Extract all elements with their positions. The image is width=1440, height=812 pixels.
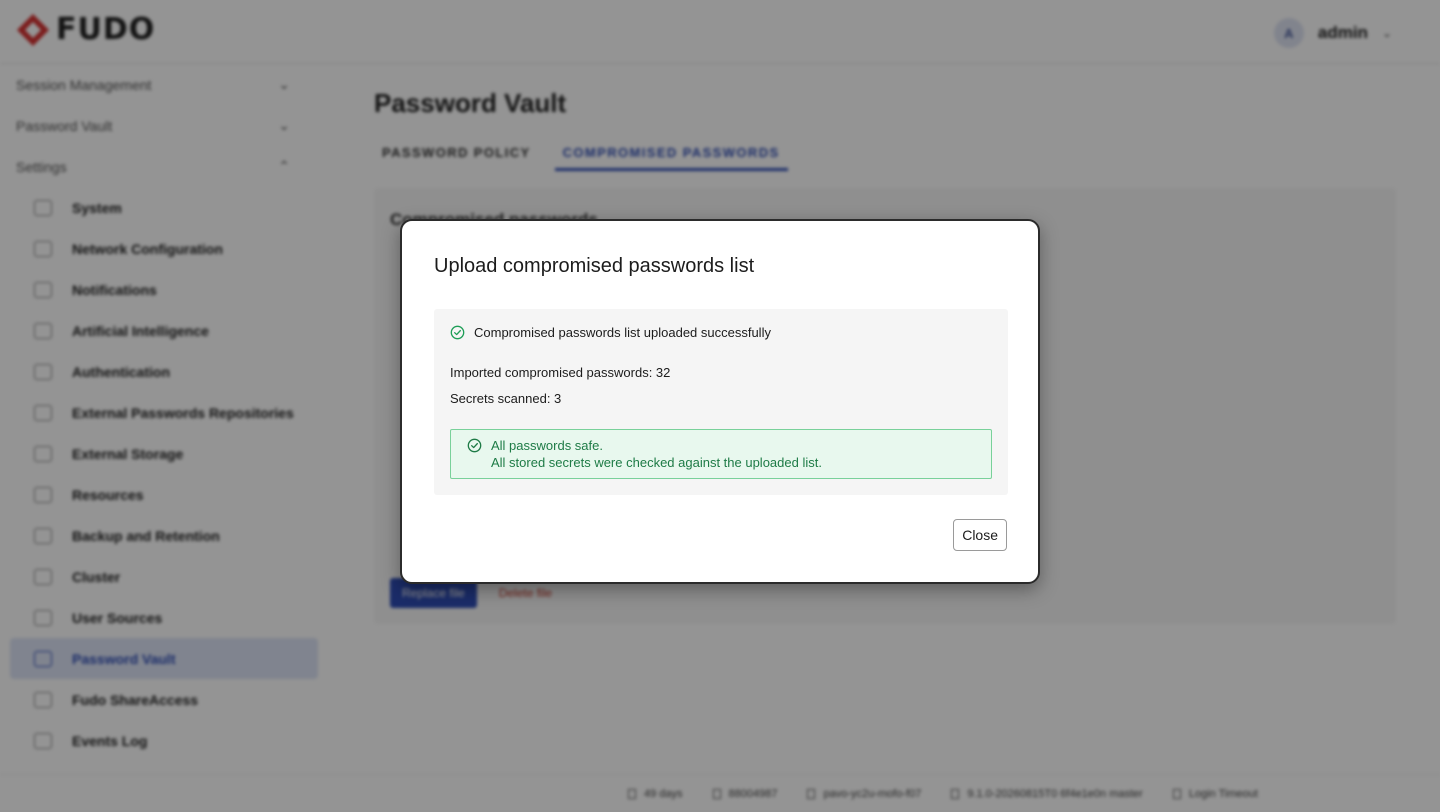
safe-status-title: All passwords safe.: [491, 438, 603, 453]
success-message-row: Compromised passwords list uploaded succ…: [450, 325, 771, 340]
safe-status-alert: All passwords safe. All stored secrets w…: [450, 429, 992, 479]
upload-result-dialog: Upload compromised passwords list Compro…: [400, 219, 1040, 584]
close-button[interactable]: Close: [953, 519, 1007, 551]
dialog-title: Upload compromised passwords list: [434, 255, 755, 277]
success-message: Compromised passwords list uploaded succ…: [474, 325, 771, 340]
safe-status-description: All stored secrets were checked against …: [491, 455, 822, 470]
secrets-scanned-count: Secrets scanned: 3: [450, 391, 562, 406]
check-circle-icon: [467, 438, 482, 453]
check-circle-icon: [450, 325, 465, 340]
upload-result-box: Compromised passwords list uploaded succ…: [434, 309, 1008, 495]
imported-count: Imported compromised passwords: 32: [450, 365, 671, 380]
